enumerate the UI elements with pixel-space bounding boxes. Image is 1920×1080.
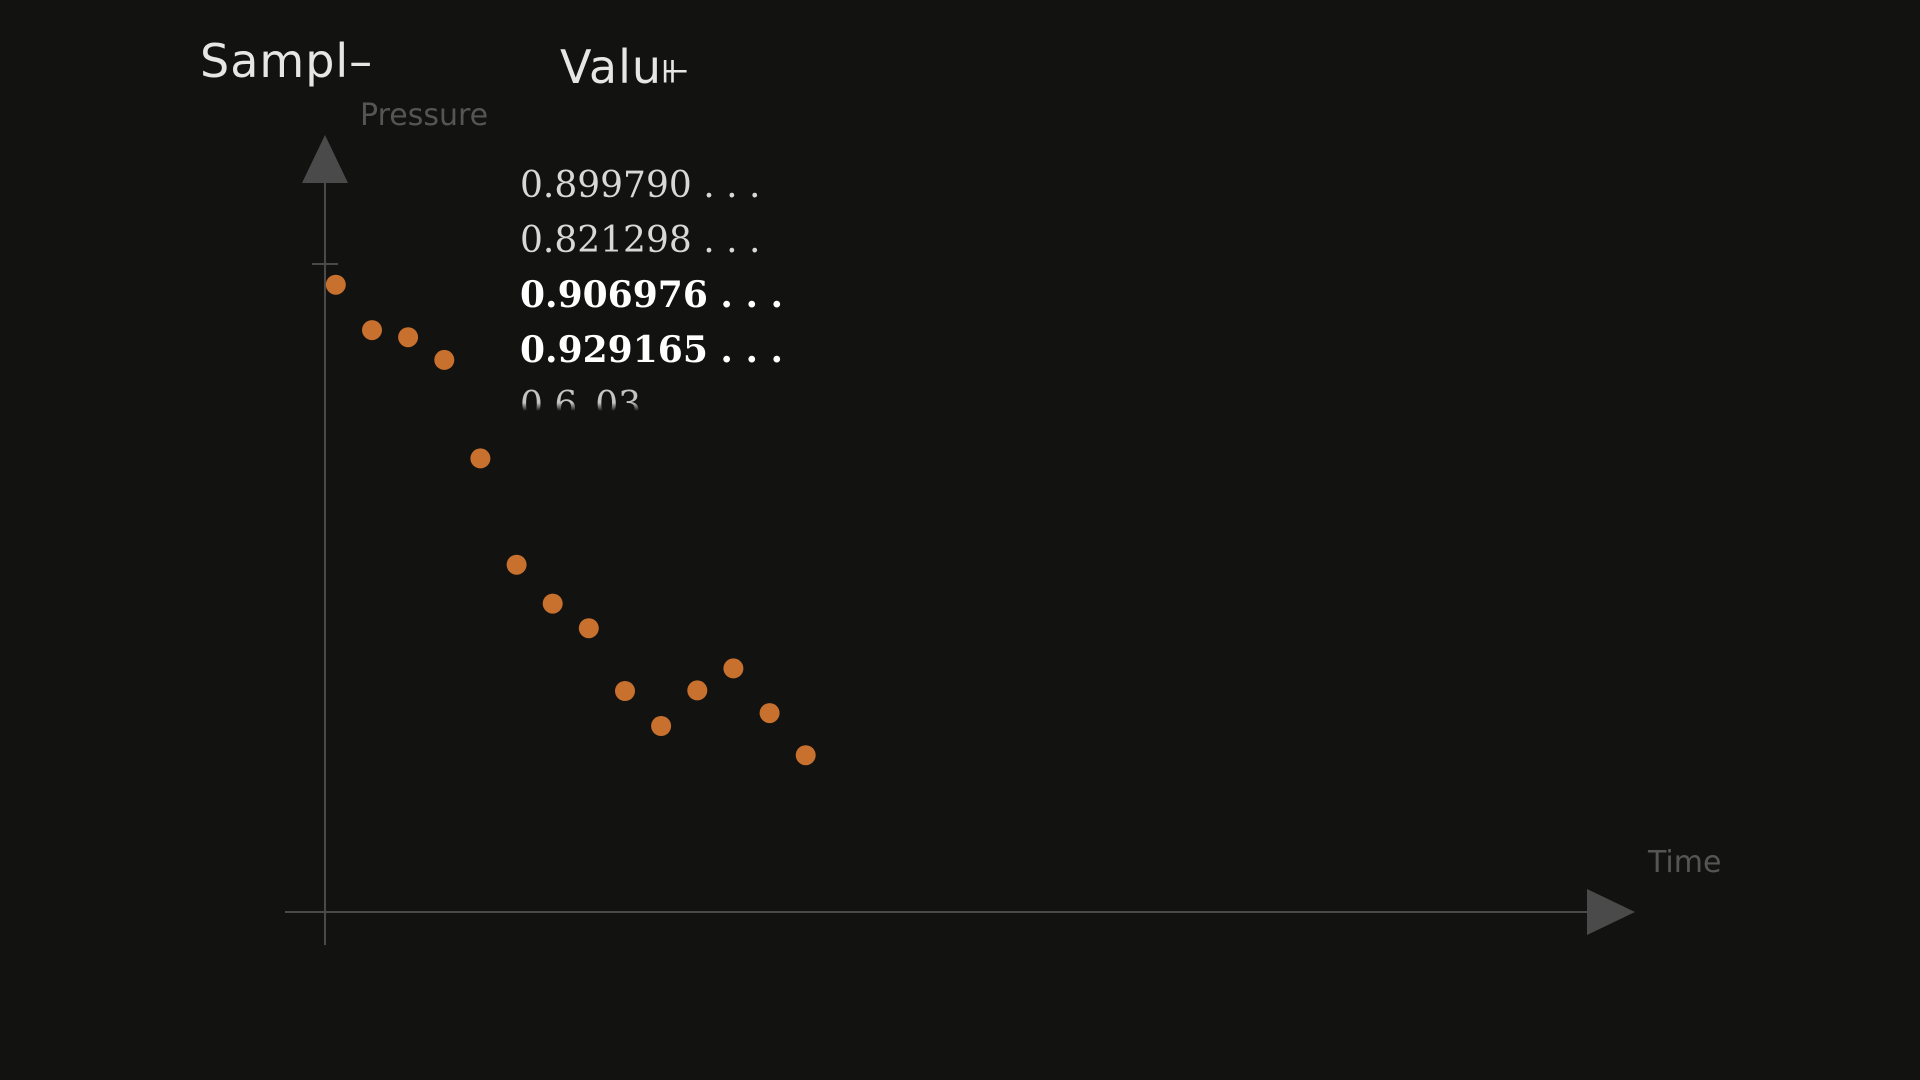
chart-stage: Sampl– Valu⫦ 0.899790 . . . 0.821298 . .… <box>0 0 1920 1080</box>
data-point <box>325 274 346 295</box>
data-point <box>759 703 780 724</box>
data-point <box>651 716 672 736</box>
data-point <box>398 327 419 348</box>
x-axis-arrow <box>1587 889 1635 935</box>
data-point <box>578 618 599 639</box>
data-point <box>723 658 744 679</box>
data-point <box>470 448 491 469</box>
data-point <box>795 745 816 766</box>
y-axis-arrow <box>302 135 348 183</box>
data-point <box>362 320 382 341</box>
data-point <box>542 593 563 614</box>
data-point <box>434 349 455 370</box>
data-points <box>325 274 816 766</box>
scatter-plot <box>285 135 1635 945</box>
data-point <box>687 680 708 701</box>
data-point <box>615 681 635 701</box>
data-point <box>506 554 527 575</box>
